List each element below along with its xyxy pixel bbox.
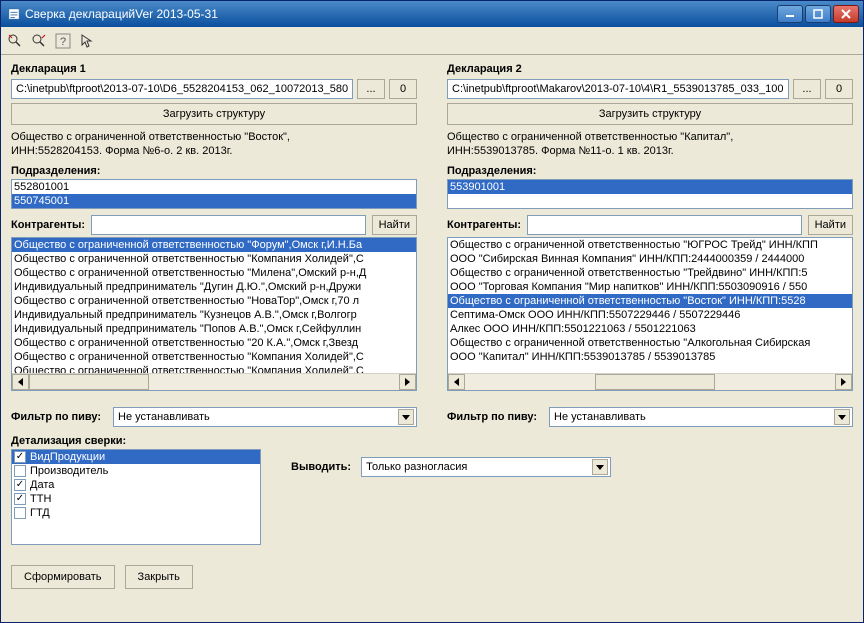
list-item[interactable]: ООО "Торговая Компания "Мир напитков" ИН… [448, 280, 852, 294]
main-window: Сверка декларацийVer 2013-05-31 ? [0, 0, 864, 623]
svg-text:?: ? [60, 36, 66, 48]
decl1-ka-listbox[interactable]: Общество с ограниченной ответственностью… [11, 237, 417, 391]
list-item[interactable]: Индивидуальный предприниматель "Дугин Д.… [12, 280, 416, 294]
decl1-subdiv-list[interactable]: 552801001550745001 [11, 179, 417, 209]
decl1-path-input[interactable] [11, 79, 353, 99]
decl2-path-input[interactable] [447, 79, 789, 99]
checklist-item[interactable]: ТТН [12, 492, 260, 506]
checklist-item-label: ВидПродукции [30, 451, 105, 463]
decl2-hscrollbar[interactable] [448, 373, 852, 390]
filter1-value: Не устанавливать [118, 411, 210, 423]
decl2-title: Декларация 2 [447, 63, 853, 75]
declaration-2-panel: Декларация 2 ... 0 Загрузить структуру О… [447, 63, 853, 391]
decl1-browse-button[interactable]: ... [357, 79, 385, 99]
toolbar-icon-1[interactable] [7, 33, 23, 49]
chevron-down-icon [398, 409, 414, 425]
list-item[interactable]: Общество с ограниченной ответственностью… [12, 364, 416, 373]
checklist-item-label: Дата [30, 479, 54, 491]
declaration-1-panel: Декларация 1 ... 0 Загрузить структуру О… [11, 63, 417, 391]
list-item[interactable]: 552801001 [12, 180, 416, 194]
decl1-reset-button[interactable]: 0 [389, 79, 417, 99]
list-item[interactable]: Общество с ограниченной ответственностью… [12, 238, 416, 252]
filter1-label: Фильтр по пиву: [11, 411, 101, 423]
decl1-subdiv-label: Подразделения: [11, 165, 417, 177]
decl2-ka-listbox[interactable]: Общество с ограниченной ответственностью… [447, 237, 853, 391]
decl2-ka-label: Контрагенты: [447, 219, 521, 231]
list-item[interactable]: 550745001 [12, 194, 416, 208]
decl1-ka-label: Контрагенты: [11, 219, 85, 231]
checkbox[interactable] [14, 507, 26, 519]
list-item[interactable]: Септима-Омск ООО ИНН/КПП:5507229446 / 55… [448, 308, 852, 322]
close-button[interactable] [833, 5, 859, 23]
filter2-combo[interactable]: Не устанавливать [549, 407, 853, 427]
checkbox[interactable] [14, 451, 26, 463]
maximize-button[interactable] [805, 5, 831, 23]
close-window-button[interactable]: Закрыть [125, 565, 193, 589]
checkbox[interactable] [14, 465, 26, 477]
titlebar: Сверка декларацийVer 2013-05-31 [1, 1, 863, 27]
output-label: Выводить: [291, 461, 351, 473]
list-item[interactable]: Индивидуальный предприниматель "Попов А.… [12, 322, 416, 336]
checklist-item[interactable]: ГТД [12, 506, 260, 520]
output-value: Только разногласия [366, 461, 467, 473]
decl2-reset-button[interactable]: 0 [825, 79, 853, 99]
decl1-org: Общество с ограниченной ответственностью… [11, 131, 417, 143]
list-item[interactable]: Общество с ограниченной ответственностью… [448, 238, 852, 252]
detail-label: Детализация сверки: [11, 435, 853, 447]
chevron-down-icon [834, 409, 850, 425]
help-icon[interactable]: ? [55, 33, 71, 49]
filter2-label: Фильтр по пиву: [447, 411, 537, 423]
decl1-load-button[interactable]: Загрузить структуру [11, 103, 417, 125]
list-item[interactable]: Общество с ограниченной ответственностью… [448, 266, 852, 280]
cursor-icon[interactable] [79, 33, 95, 49]
chevron-down-icon [592, 459, 608, 475]
list-item[interactable]: Общество с ограниченной ответственностью… [12, 350, 416, 364]
decl2-subdiv-list[interactable]: 553901001 [447, 179, 853, 209]
list-item[interactable]: Алкес ООО ИНН/КПП:5501221063 / 550122106… [448, 322, 852, 336]
list-item[interactable]: 553901001 [448, 180, 852, 194]
decl2-subdiv-label: Подразделения: [447, 165, 853, 177]
window-title: Сверка декларацийVer 2013-05-31 [25, 7, 777, 21]
minimize-button[interactable] [777, 5, 803, 23]
decl1-inn: ИНН:5528204153. Форма №6-о. 2 кв. 2013г. [11, 145, 417, 157]
list-item[interactable]: Общество с ограниченной ответственностью… [448, 294, 852, 308]
list-item[interactable]: Индивидуальный предприниматель "Кузнецов… [12, 308, 416, 322]
checkbox[interactable] [14, 479, 26, 491]
decl2-browse-button[interactable]: ... [793, 79, 821, 99]
decl1-find-button[interactable]: Найти [372, 215, 417, 235]
list-item[interactable]: Общество с ограниченной ответственностью… [448, 336, 852, 350]
decl2-org: Общество с ограниченной ответственностью… [447, 131, 853, 143]
content-area: Декларация 1 ... 0 Загрузить структуру О… [1, 55, 863, 622]
decl2-inn: ИНН:5539013785. Форма №11-о. 1 кв. 2013г… [447, 145, 853, 157]
checklist-item-label: Производитель [30, 465, 108, 477]
checkbox[interactable] [14, 493, 26, 505]
checklist-item-label: ТТН [30, 493, 51, 505]
list-item[interactable]: Общество с ограниченной ответственностью… [12, 266, 416, 280]
toolbar: ? [1, 27, 863, 55]
generate-button[interactable]: Сформировать [11, 565, 115, 589]
list-item[interactable]: ООО "Капитал" ИНН/КПП:5539013785 / 55390… [448, 350, 852, 364]
app-icon [7, 7, 21, 21]
decl2-find-button[interactable]: Найти [808, 215, 853, 235]
list-item[interactable]: Общество с ограниченной ответственностью… [12, 336, 416, 350]
output-combo[interactable]: Только разногласия [361, 457, 611, 477]
decl1-hscrollbar[interactable] [12, 373, 416, 390]
decl2-load-button[interactable]: Загрузить структуру [447, 103, 853, 125]
list-item[interactable]: ООО "Сибирская Винная Компания" ИНН/КПП:… [448, 252, 852, 266]
checklist-item[interactable]: Дата [12, 478, 260, 492]
detail-checklist[interactable]: ВидПродукции Производитель Дата ТТН ГТД [11, 449, 261, 545]
checklist-item-label: ГТД [30, 507, 50, 519]
filter1-combo[interactable]: Не устанавливать [113, 407, 417, 427]
list-item[interactable]: Общество с ограниченной ответственностью… [12, 294, 416, 308]
checklist-item[interactable]: Производитель [12, 464, 260, 478]
checklist-item[interactable]: ВидПродукции [12, 450, 260, 464]
list-item[interactable]: Общество с ограниченной ответственностью… [12, 252, 416, 266]
filter2-value: Не устанавливать [554, 411, 646, 423]
decl1-ka-input[interactable] [91, 215, 366, 235]
toolbar-icon-2[interactable] [31, 33, 47, 49]
decl1-title: Декларация 1 [11, 63, 417, 75]
decl2-ka-input[interactable] [527, 215, 802, 235]
